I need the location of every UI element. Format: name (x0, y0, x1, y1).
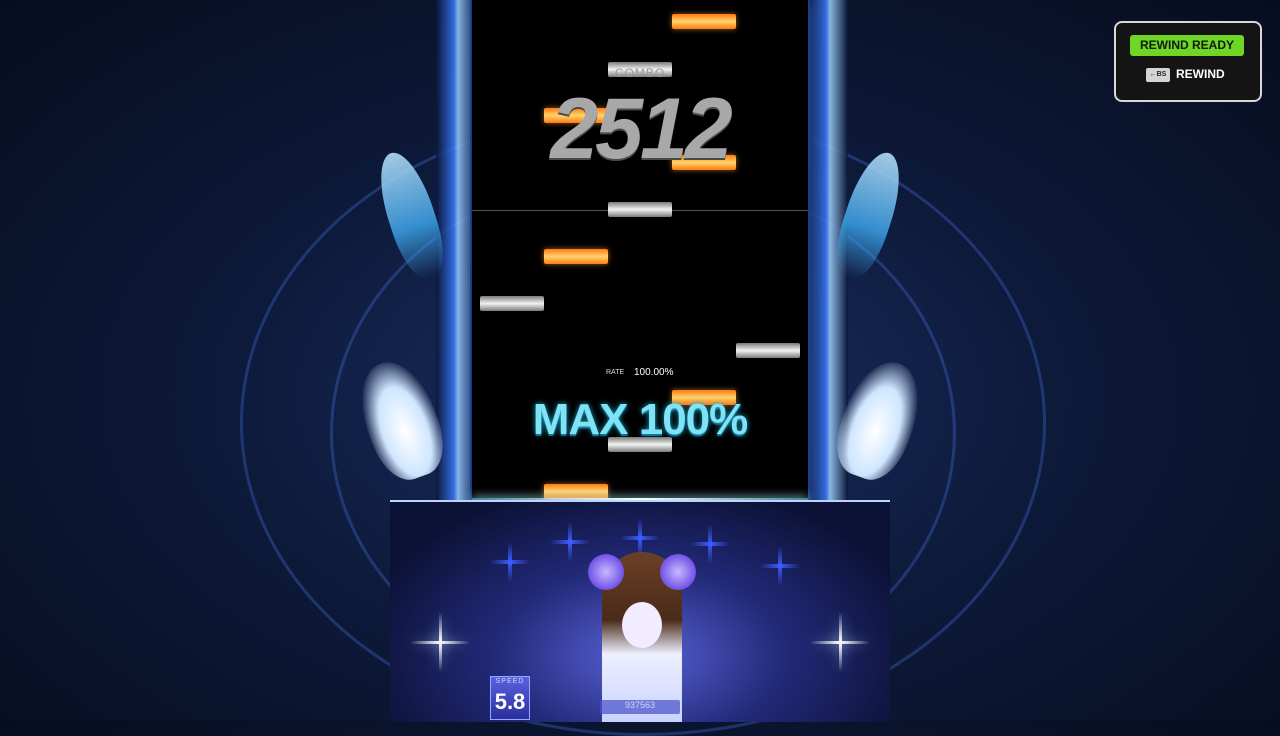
blue-star-icon (690, 524, 730, 564)
blue-star-icon (490, 542, 530, 582)
judgement-text: MAX 100% (532, 395, 749, 444)
score-display: 937563 (600, 700, 680, 714)
flower-hair-ornament-right (660, 554, 696, 590)
note-playfield: COMBO 2512 RATE 100.00% MAX 100% (472, 0, 808, 500)
backspace-key-icon: ←BS (1146, 68, 1170, 82)
game-scene: COMBO 2512 RATE 100.00% MAX 100% SPEED 5… (0, 0, 1280, 736)
speed-indicator: SPEED 5.8 (490, 676, 530, 720)
sparkle-icon (410, 612, 470, 672)
sparkle-icon (810, 612, 870, 672)
combo-counter: 2512 (550, 81, 732, 177)
character-stage (390, 500, 890, 722)
note-orange (672, 14, 736, 29)
rewind-panel: REWIND READY ←BS REWIND (1114, 21, 1262, 102)
blue-star-icon (550, 522, 590, 562)
rewind-button[interactable]: REWIND (1176, 67, 1225, 81)
rate-value: 100.00% (634, 367, 674, 378)
rewind-ready-badge: REWIND READY (1130, 35, 1244, 56)
note-white (480, 296, 544, 311)
character-face (622, 602, 662, 648)
note-white (736, 343, 800, 358)
speed-label: SPEED (495, 678, 525, 685)
speed-value: 5.8 (494, 689, 526, 714)
blue-star-icon (760, 546, 800, 586)
note-orange (544, 249, 608, 264)
note-orange (544, 484, 608, 499)
combo-label: COMBO (614, 66, 666, 80)
note-white (608, 202, 672, 217)
rate-label: RATE (606, 369, 625, 376)
flower-hair-ornament-left (588, 554, 624, 590)
